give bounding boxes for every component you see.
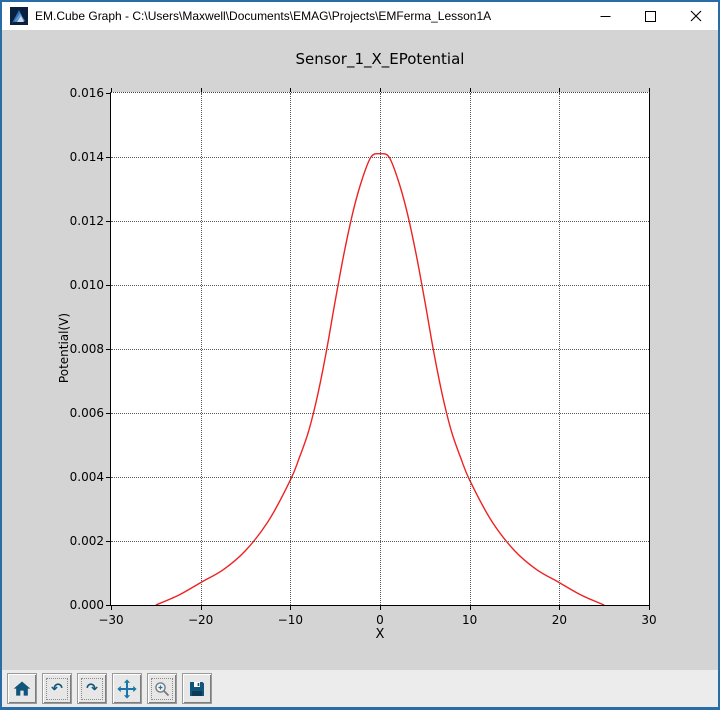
plot-area[interactable]: [110, 92, 650, 606]
y-tick-label: 0.000: [69, 598, 104, 612]
x-tick-mark: [559, 606, 561, 610]
gridline: [111, 285, 649, 286]
x-axis-label: X: [375, 627, 385, 642]
chart-title: Sensor_1_X_EPotential: [295, 50, 465, 68]
magnifier-icon: [155, 681, 170, 696]
y-tick-mark: [106, 605, 110, 606]
window-controls: [583, 2, 718, 30]
pan-icon: [117, 678, 137, 699]
y-tick-mark: [106, 157, 110, 158]
gridline: [111, 157, 649, 158]
y-tick-label: 0.012: [69, 214, 104, 228]
y-tick-label: 0.002: [69, 534, 104, 548]
x-tick-mark: [111, 606, 112, 610]
zoom-rect-icon: [151, 677, 173, 700]
x-tick-mark: [380, 88, 381, 92]
y-tick-mark: [106, 285, 110, 286]
minimize-icon: [600, 15, 611, 17]
y-tick-label: 0.006: [69, 406, 104, 420]
x-tick-label: −10: [277, 613, 303, 627]
x-tick-label: −20: [187, 613, 214, 627]
home-button[interactable]: [7, 673, 37, 704]
x-tick-mark: [469, 88, 471, 92]
x-tick-mark: [111, 88, 112, 92]
maximize-button[interactable]: [628, 2, 673, 30]
x-tick-mark: [290, 606, 292, 610]
y-tick-label: 0.008: [69, 342, 104, 356]
gridline: [111, 413, 649, 414]
x-tick-mark: [649, 606, 650, 610]
zoom-button[interactable]: [147, 673, 177, 704]
maximize-icon: [645, 10, 656, 22]
x-tick-label: 0: [376, 613, 384, 627]
y-tick-mark: [106, 221, 110, 222]
figure-canvas: Sensor_1_X_EPotential Potential(V) X −30…: [2, 30, 718, 670]
save-button[interactable]: [182, 673, 212, 704]
x-tick-mark: [559, 88, 561, 92]
close-button[interactable]: [673, 2, 718, 30]
x-tick-mark: [380, 606, 381, 610]
forward-icon: ↷: [81, 677, 103, 700]
back-icon: ↶: [46, 677, 68, 700]
y-tick-label: 0.004: [69, 470, 104, 484]
y-tick-mark: [106, 477, 110, 478]
x-tick-mark: [200, 606, 202, 610]
app-window: EM.Cube Graph - C:\Users\Maxwell\Documen…: [0, 0, 720, 710]
y-tick-mark: [106, 541, 110, 542]
x-tick-mark: [290, 88, 292, 92]
home-icon: [13, 681, 31, 696]
back-button[interactable]: ↶: [42, 673, 72, 704]
x-tick-label: −30: [98, 613, 124, 627]
x-tick-mark: [469, 606, 471, 610]
y-tick-label: 0.014: [69, 150, 104, 164]
y-tick-mark: [106, 413, 110, 414]
forward-button[interactable]: ↷: [77, 673, 107, 704]
x-tick-mark: [649, 88, 650, 92]
x-tick-label: 10: [462, 613, 478, 627]
gridline: [111, 221, 649, 222]
save-icon: [190, 681, 204, 696]
app-icon: [10, 7, 28, 25]
y-tick-label: 0.016: [69, 86, 104, 100]
x-tick-label: 30: [641, 613, 657, 627]
navigation-toolbar: ↶ ↷: [2, 670, 718, 707]
y-tick-mark: [106, 93, 110, 94]
window-title: EM.Cube Graph - C:\Users\Maxwell\Documen…: [35, 9, 492, 23]
gridline: [111, 541, 649, 542]
gridline: [111, 477, 649, 478]
x-tick-label: 20: [551, 613, 567, 627]
titlebar[interactable]: EM.Cube Graph - C:\Users\Maxwell\Documen…: [2, 2, 718, 30]
x-tick-mark: [200, 88, 202, 92]
close-icon: [690, 10, 701, 22]
minimize-button[interactable]: [583, 2, 628, 30]
y-tick-mark: [106, 349, 110, 350]
gridline: [111, 349, 649, 350]
pan-button[interactable]: [112, 673, 142, 704]
y-tick-label: 0.010: [69, 278, 104, 292]
